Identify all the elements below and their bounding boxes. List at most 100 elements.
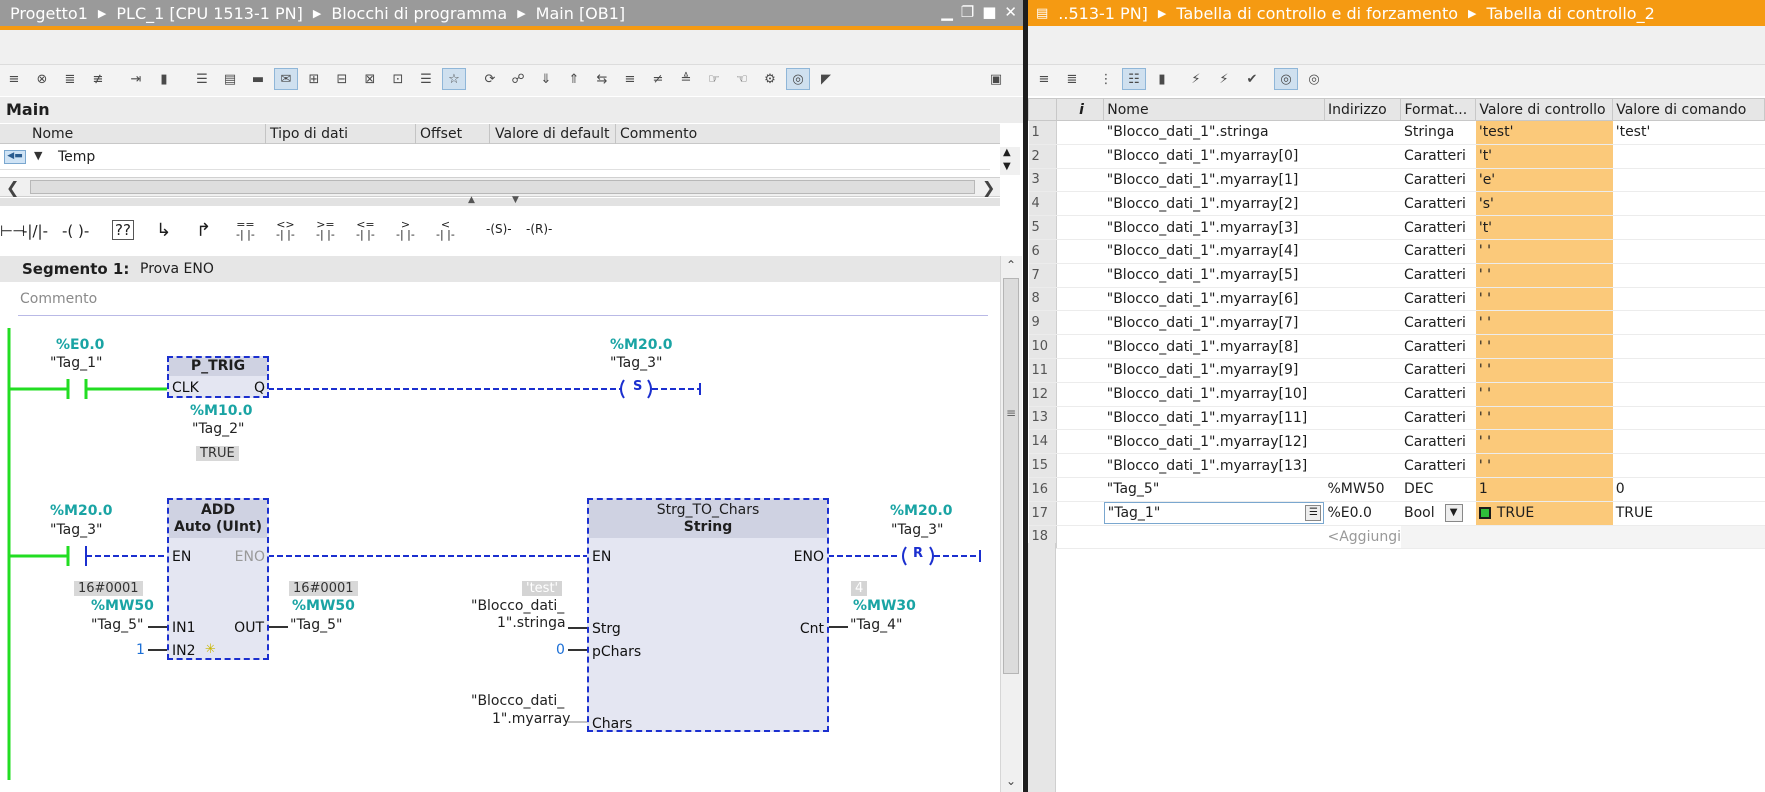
cell-comando[interactable] [1612, 263, 1765, 288]
splitter-down-icon[interactable]: ▼ [512, 195, 519, 205]
cell-nome[interactable]: "Blocco_dati_1".myarray[9] [1103, 358, 1325, 383]
cell-nome[interactable]: "Blocco_dati_1".myarray[5] [1103, 263, 1325, 288]
coil-tag[interactable]: "Tag_3" [891, 522, 944, 538]
cell-nome[interactable]: "Blocco_dati_1".myarray[3] [1103, 215, 1325, 240]
splitter[interactable]: ▲ ▼ [0, 195, 1000, 206]
cell-comando[interactable]: 'test' [1612, 120, 1765, 145]
cell-nome[interactable]: "Blocco_dati_1".myarray[6] [1103, 287, 1325, 312]
table-row[interactable]: 10 "Blocco_dati_1".myarray[8] Caratteri ' ' [1028, 334, 1765, 359]
outline-icon[interactable]: ⊡ [386, 68, 410, 90]
strg-input-pin[interactable]: Strg [592, 621, 621, 637]
monitoring-on-off-icon[interactable]: ◎ [786, 68, 810, 90]
table-row[interactable]: 2 "Blocco_dati_1".myarray[0] Caratteri't' [1028, 144, 1765, 169]
close-branch-icon[interactable]: ↱ [196, 220, 211, 241]
cell-nome[interactable]: "Blocco_dati_1".myarray[12] [1103, 429, 1325, 455]
cell-indirizzo[interactable] [1324, 310, 1401, 336]
cell-comando[interactable]: TRUE [1612, 501, 1765, 526]
col-default[interactable]: Valore di default [495, 126, 610, 142]
strg-en-pin[interactable]: EN [592, 549, 611, 565]
cell-controllo[interactable]: ' ' [1475, 310, 1613, 336]
cell-formato[interactable]: Caratteri [1400, 191, 1476, 217]
cmp-eq-icon[interactable]: == -| |- [236, 219, 255, 240]
enable-outputs-icon[interactable]: ✔ [1240, 68, 1264, 90]
chars-tag-line1[interactable]: "Blocco_dati_ [471, 693, 564, 709]
col-tipo[interactable]: Tipo di dati [270, 126, 348, 142]
open-branch-icon[interactable]: ↳ [156, 220, 171, 241]
reset-coil-left[interactable] [902, 546, 907, 566]
row-number[interactable]: 3 [1028, 168, 1057, 193]
strg-tag-line1[interactable]: "Blocco_dati_ [471, 598, 564, 614]
cell-indirizzo[interactable]: <Aggiungi [1324, 525, 1401, 550]
cmp-le-icon[interactable]: <= -| |- [356, 219, 375, 240]
cell-controllo[interactable]: ' ' [1475, 358, 1613, 383]
scroll-thumb[interactable] [30, 180, 975, 194]
detach-panel-icon[interactable]: ▣ [984, 68, 1008, 90]
scroll-down-icon[interactable]: ⌄ [1006, 774, 1016, 788]
col-nome[interactable]: Nome [1103, 98, 1325, 121]
empty-box-icon[interactable]: ?? [112, 220, 134, 240]
table-row[interactable]: 12 "Blocco_dati_1".myarray[10] Caratteri ' … [1028, 382, 1765, 407]
row-number[interactable]: 4 [1028, 191, 1057, 217]
cell-indirizzo[interactable] [1324, 191, 1401, 217]
row-number[interactable]: 10 [1028, 334, 1057, 359]
in1-tag[interactable]: "Tag_5" [91, 617, 144, 633]
coil-icon[interactable]: -( )- [62, 222, 89, 240]
p-trig-block[interactable]: P_TRIG CLK Q [167, 356, 269, 398]
list-view-icon[interactable]: ☰ [414, 68, 438, 90]
table-row[interactable]: 18 <Aggiungi [1028, 525, 1765, 550]
collapse-icon[interactable]: ⊟ [330, 68, 354, 90]
row-number[interactable]: 1 [1028, 120, 1057, 145]
row-number[interactable]: 11 [1028, 358, 1057, 383]
cell-nome[interactable]: "Blocco_dati_1".myarray[8] [1103, 334, 1325, 359]
compare-icon[interactable]: ⇆ [590, 68, 614, 90]
tag-picker-icon[interactable]: ☰ [1305, 505, 1322, 522]
coil-tag[interactable]: "Tag_3" [610, 355, 663, 371]
cell-controllo[interactable]: ' ' [1475, 453, 1613, 478]
reset-coil-right[interactable] [929, 546, 934, 566]
cell-controllo[interactable]: ' ' [1475, 429, 1613, 455]
cell-indirizzo[interactable] [1324, 144, 1401, 169]
expand-icon[interactable]: ⊞ [302, 68, 326, 90]
cell-comando[interactable] [1612, 191, 1765, 217]
monitor-icon[interactable]: ▮ [152, 68, 176, 90]
row-number[interactable]: 13 [1028, 406, 1057, 431]
name-edit-field[interactable]: "Tag_1" ☰ [1103, 502, 1325, 525]
pchars-input-pin[interactable]: pChars [592, 644, 641, 660]
no-contact-icon[interactable]: ⊢⊣ [0, 222, 25, 240]
format-dropdown-icon[interactable]: ▼ [1444, 504, 1463, 523]
cell-indirizzo[interactable]: %E0.0 [1324, 501, 1401, 526]
cell-indirizzo[interactable] [1324, 453, 1401, 478]
go-offline-icon[interactable]: ☜ [730, 68, 754, 90]
cell-formato[interactable]: DEC [1400, 477, 1476, 502]
cell-formato[interactable] [1400, 525, 1476, 550]
set-coil-right[interactable] [647, 379, 652, 399]
cell-controllo[interactable]: TRUE [1475, 501, 1613, 526]
cell-indirizzo[interactable] [1324, 334, 1401, 359]
add-row-icon[interactable]: ≣ [1060, 68, 1084, 90]
add-out-pin[interactable]: OUT [234, 620, 264, 636]
cell-formato[interactable]: Caratteri [1400, 382, 1476, 407]
jump-icon[interactable]: ⇥ [124, 68, 148, 90]
breadcrumb-item[interactable]: Blocchi di programma [331, 4, 507, 23]
row-number[interactable]: 8 [1028, 287, 1057, 312]
refresh-icon[interactable]: ⟳ [478, 68, 502, 90]
table-row[interactable]: 6 "Blocco_dati_1".myarray[4] Caratteri ' ' [1028, 239, 1765, 264]
strg-type[interactable]: String [589, 519, 827, 536]
cell-nome[interactable] [1103, 525, 1325, 550]
row-number[interactable]: 5 [1028, 215, 1057, 240]
p-trig-q-pin[interactable]: Q [254, 380, 265, 396]
expert-mode-icon[interactable]: ☷ [1122, 68, 1146, 90]
cell-indirizzo[interactable] [1324, 120, 1401, 145]
cell-comando[interactable] [1612, 406, 1765, 431]
cell-formato[interactable]: Caratteri [1400, 263, 1476, 288]
cell-nome[interactable]: "Blocco_dati_1".myarray[10] [1103, 382, 1325, 407]
cell-comando[interactable] [1612, 215, 1765, 240]
cell-indirizzo[interactable] [1324, 263, 1401, 288]
strg-eno-pin[interactable]: ENO [794, 549, 824, 565]
cell-controllo[interactable]: ' ' [1475, 263, 1613, 288]
force-icon[interactable]: ≠ [646, 68, 670, 90]
chars-tag-line2[interactable]: 1".myarray [492, 711, 570, 727]
insert-row-icon[interactable]: ≡ [1032, 68, 1056, 90]
cell-formato[interactable]: Stringa [1400, 120, 1476, 145]
grid-icon[interactable]: ▤ [218, 68, 242, 90]
